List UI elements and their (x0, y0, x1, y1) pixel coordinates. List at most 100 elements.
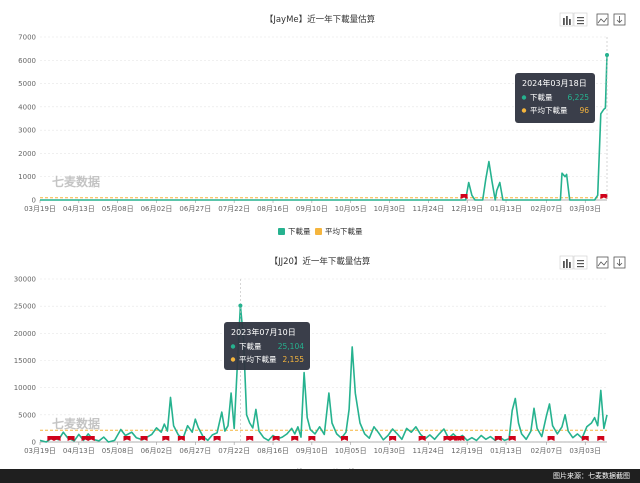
download-icon[interactable] (613, 13, 626, 26)
event-marker[interactable] (581, 436, 589, 441)
x-tick-label: 12月19日 (451, 205, 483, 213)
tooltip-date: 2024年03月18日 (522, 78, 587, 88)
x-tick-label: 04月13日 (63, 205, 95, 213)
chart-toolbar (559, 255, 626, 270)
y-tick-label: 20000 (14, 330, 36, 338)
image-source-note: 图片来源：七麦数据截图 (553, 472, 630, 480)
event-marker[interactable] (547, 436, 555, 441)
chart-title: 【JayMe】近一年下載量估算 (265, 14, 376, 25)
event-marker[interactable] (177, 436, 185, 441)
event-marker[interactable] (418, 436, 426, 441)
list-icon[interactable] (573, 12, 588, 27)
event-marker[interactable] (308, 436, 316, 441)
list-icon[interactable] (573, 255, 588, 270)
hover-point (238, 303, 243, 308)
x-tick-label: 03月03日 (569, 205, 601, 213)
image-save-icon[interactable] (596, 256, 609, 269)
chart-2: 【JJ20】近一年下載量估算 0 5000 10000 15000 20000 25000 3… (14, 255, 626, 477)
x-tick-label: 05月08日 (102, 447, 134, 455)
event-marker[interactable] (494, 436, 502, 441)
x-tick-label: 03月19日 (24, 447, 56, 455)
tooltip-series-label: 平均下載量 (530, 105, 568, 115)
x-tick-label: 12月19日 (451, 447, 483, 455)
event-marker[interactable] (340, 436, 348, 441)
event-marker[interactable] (47, 436, 55, 441)
y-tick-label: 15000 (14, 357, 36, 365)
bar-chart-icon[interactable] (559, 255, 574, 270)
x-tick-label: 10月05日 (335, 447, 367, 455)
x-tick-label: 03月19日 (24, 205, 56, 213)
legend: 下載量 平均下載量 (278, 226, 363, 236)
tooltip-date: 2023年07月10日 (231, 327, 296, 337)
legend-label: 下載量 (288, 226, 311, 236)
bar-chart-icon[interactable] (559, 12, 574, 27)
y-tick-label: 2000 (18, 150, 36, 158)
legend-item[interactable]: 下載量 (278, 226, 311, 236)
x-tick-label: 09月10日 (296, 205, 328, 213)
event-marker[interactable] (291, 436, 299, 441)
tooltip: 2024年03月18日下載量 6,225平均下載量 96 (515, 73, 595, 123)
event-marker[interactable] (198, 436, 206, 441)
event-marker[interactable] (443, 436, 451, 441)
x-tick-label: 07月22日 (218, 205, 250, 213)
x-tick-label: 10月05日 (335, 205, 367, 213)
tooltip-series-dot (521, 95, 527, 100)
event-marker[interactable] (389, 436, 397, 441)
event-marker[interactable] (162, 436, 170, 441)
event-marker[interactable] (81, 436, 89, 441)
x-tick-label: 01月13日 (490, 205, 522, 213)
x-tick-label: 11月24日 (412, 447, 444, 455)
chart-title: 【JJ20】近一年下載量估算 (270, 256, 371, 267)
y-tick-label: 5000 (18, 411, 36, 419)
x-tick-label: 06月02日 (141, 447, 173, 455)
y-tick-label: 0 (32, 439, 36, 447)
x-tick-label: 06月27日 (179, 205, 211, 213)
event-marker[interactable] (246, 436, 254, 441)
event-marker[interactable] (600, 194, 608, 199)
hover-point (605, 53, 609, 58)
y-tick-label: 5000 (18, 80, 36, 88)
event-marker[interactable] (272, 436, 280, 441)
x-tick-label: 10月30日 (374, 447, 406, 455)
event-marker[interactable] (508, 436, 516, 441)
legend-item[interactable]: 平均下載量 (315, 226, 363, 236)
x-tick-label: 08月16日 (257, 205, 289, 213)
x-tick-label: 09月10日 (296, 447, 328, 455)
event-marker[interactable] (460, 194, 468, 199)
x-tick-label: 06月02日 (141, 205, 173, 213)
chart-1: 【JayMe】近一年下載量估算 0 1000 2000 3000 4000 5000 6000… (18, 12, 626, 236)
tooltip-series-value: 2,155 (283, 355, 305, 364)
tooltip-series-dot (230, 344, 236, 349)
x-tick-label: 07月22日 (218, 447, 250, 455)
download-icon[interactable] (613, 256, 626, 269)
watermark: 七麦数据 (52, 174, 100, 189)
y-tick-label: 7000 (18, 34, 36, 42)
tooltip-series-label: 下載量 (530, 92, 553, 102)
image-save-icon[interactable] (596, 13, 609, 26)
event-marker[interactable] (123, 436, 131, 441)
event-marker[interactable] (53, 436, 61, 441)
x-tick-label: 08月16日 (257, 447, 289, 455)
event-marker[interactable] (597, 436, 605, 441)
event-marker[interactable] (213, 436, 221, 441)
chart-toolbar (559, 12, 626, 27)
event-marker[interactable] (140, 436, 148, 441)
y-tick-label: 3000 (18, 127, 36, 135)
tooltip-series-value: 6,225 (568, 93, 590, 102)
x-tick-label: 03月03日 (569, 447, 601, 455)
y-tick-label: 1000 (18, 173, 36, 181)
tooltip-series-label: 下載量 (239, 341, 262, 351)
tooltip-series-value: 96 (579, 106, 589, 115)
event-marker[interactable] (87, 436, 95, 441)
y-tick-label: 0 (32, 197, 36, 205)
x-tick-label: 02月07日 (531, 205, 563, 213)
y-tick-label: 6000 (18, 57, 36, 65)
x-tick-label: 10月30日 (374, 205, 406, 213)
legend-swatch (278, 228, 285, 235)
downloads-series-line (39, 304, 608, 443)
watermark: 七麦数据 (52, 416, 100, 431)
y-tick-label: 4000 (18, 103, 36, 111)
x-tick-label: 04月13日 (63, 447, 95, 455)
tooltip: 2023年07月10日下載量 25,104平均下載量 2,155 (224, 322, 310, 370)
x-tick-label: 05月08日 (102, 205, 134, 213)
